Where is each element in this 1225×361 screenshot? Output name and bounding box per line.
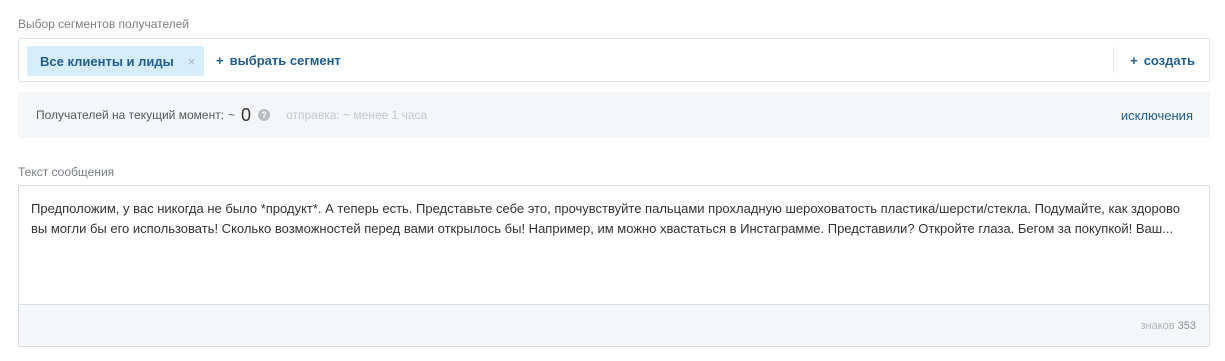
segment-chip-label: Все клиенты и лиды — [40, 53, 174, 69]
segment-selector: Все клиенты и лиды × + выбрать сегмент +… — [18, 38, 1210, 82]
message-footer: знаков 353 — [19, 304, 1209, 346]
recipients-tilde: ~ — [228, 108, 236, 122]
add-segment-label: выбрать сегмент — [229, 52, 341, 68]
message-text[interactable]: Предположим, у вас никогда не было *прод… — [31, 199, 1195, 239]
recipients-bar: Получателей на текущий момент: ~ 0 ? отп… — [18, 92, 1210, 138]
recipients-label: Получателей на текущий момент: — [36, 108, 225, 122]
chip-remove-icon[interactable]: × — [188, 54, 196, 69]
char-count-value: 353 — [1177, 319, 1196, 332]
create-segment-button[interactable]: + создать — [1113, 47, 1209, 73]
recipients-info: Получателей на текущий момент: ~ 0 ? отп… — [36, 92, 427, 138]
plus-icon: + — [1130, 52, 1138, 68]
send-time: отправка: ~ менее 1 часа — [286, 108, 428, 122]
add-segment-button[interactable]: + выбрать сегмент — [216, 39, 341, 81]
exclusions-link[interactable]: исключения — [1121, 92, 1193, 138]
message-label: Текст сообщения — [18, 165, 115, 179]
char-counter: знаков 353 — [1141, 305, 1197, 346]
char-count-label: знаков — [1140, 319, 1175, 332]
recipients-count: 0 — [241, 104, 252, 125]
message-editor[interactable]: Предположим, у вас никогда не было *прод… — [18, 185, 1210, 347]
help-icon[interactable]: ? — [258, 109, 271, 121]
segment-chip[interactable]: Все клиенты и лиды × — [27, 46, 205, 76]
plus-icon: + — [216, 52, 224, 68]
segments-label: Выбор сегментов получателей — [18, 17, 190, 31]
create-label: создать — [1143, 52, 1195, 68]
